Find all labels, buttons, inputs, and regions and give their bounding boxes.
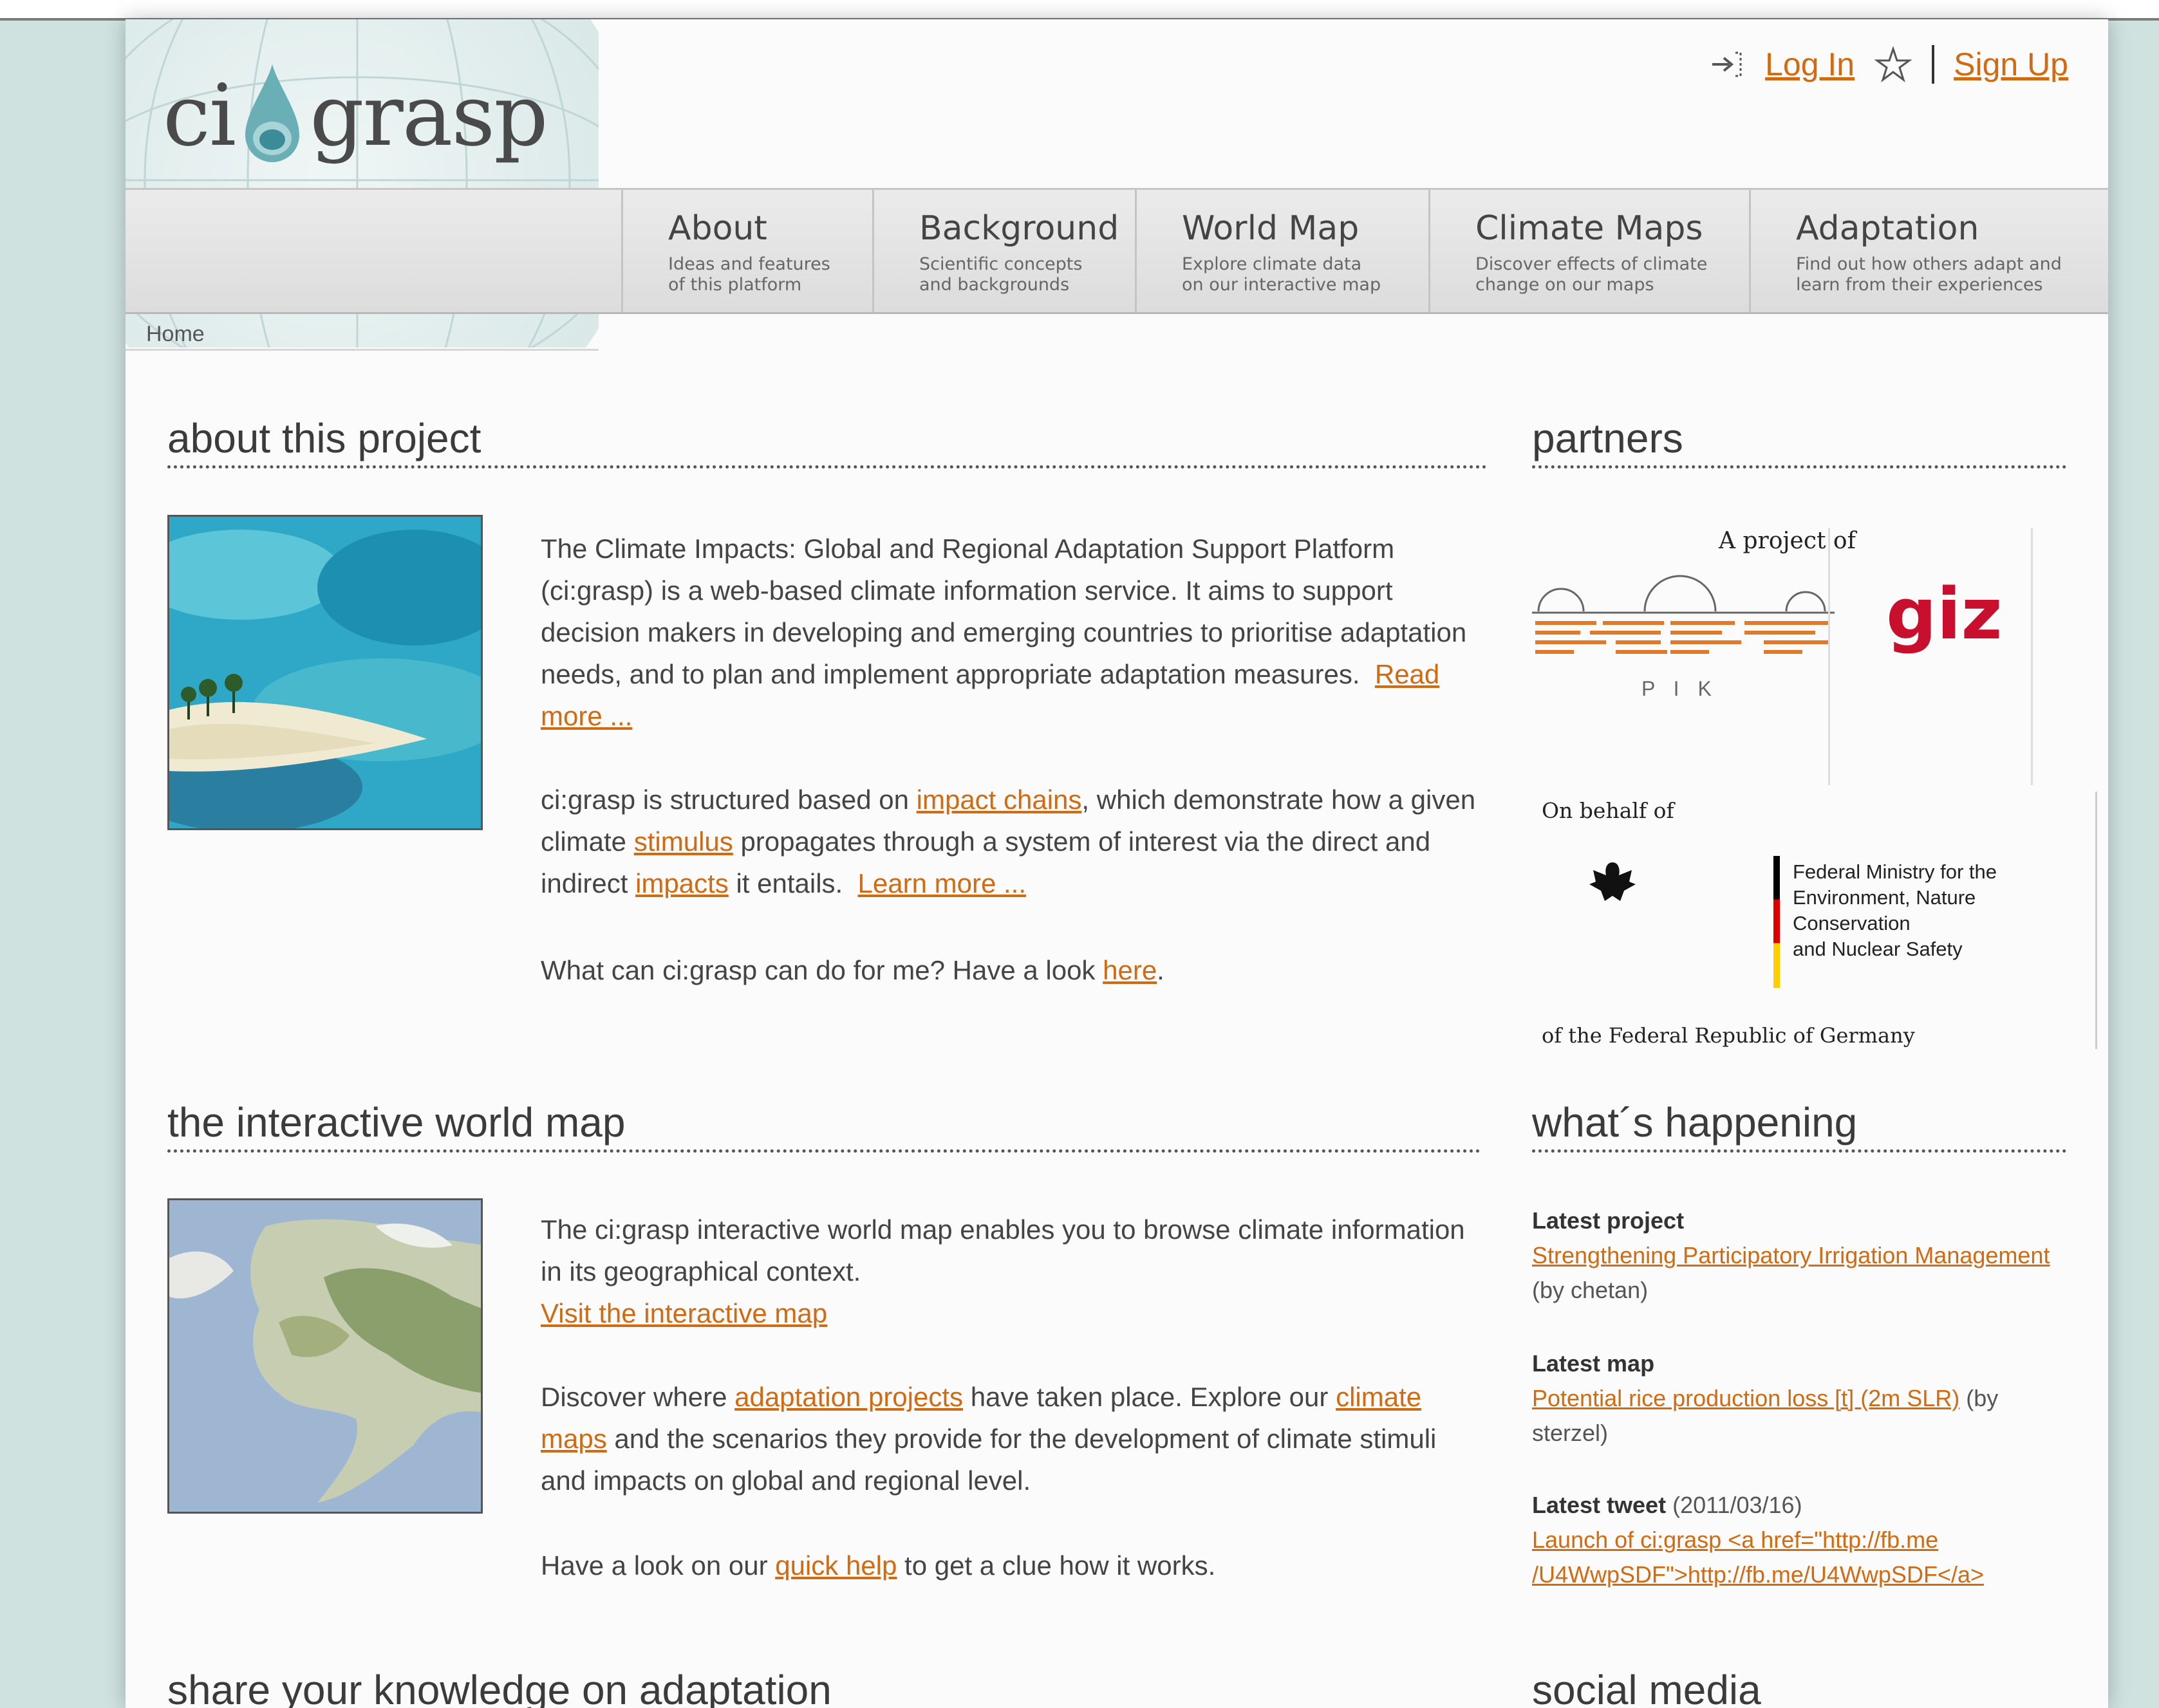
project-of-text: A project of: [1719, 528, 1856, 554]
pik-logo[interactable]: [1532, 566, 1835, 663]
quick-help-link[interactable]: quick help: [775, 1550, 897, 1581]
worldmap-paragraph-1: The ci:grasp interactive world map enabl…: [541, 1209, 1487, 1334]
worldmap-text-2a: Discover where: [541, 1382, 727, 1412]
worldmap-heading: the interactive world map: [167, 1099, 1481, 1153]
worldmap-text-2c: and the scenarios they provide for the d…: [541, 1424, 1437, 1496]
republic-text: of the Federal Republic of Germany: [1542, 1023, 1915, 1048]
nav-item-world-map[interactable]: World Map Explore climate data on our in…: [1135, 190, 1428, 312]
auth-links: Log In Sign Up: [1707, 45, 2068, 84]
logo-text-grasp: grasp: [310, 66, 548, 165]
logo-text-ci: ci: [163, 66, 236, 165]
visit-map-link[interactable]: Visit the interactive map: [541, 1298, 827, 1328]
worldmap-text-1: The ci:grasp interactive world map enabl…: [541, 1214, 1465, 1286]
main-nav: About Ideas and features of this platfor…: [126, 188, 2108, 314]
here-link[interactable]: here: [1103, 955, 1157, 985]
nav-title: Climate Maps: [1475, 209, 1703, 248]
pik-label: P I K: [1641, 677, 1718, 700]
adaptation-projects-link[interactable]: adaptation projects: [734, 1382, 963, 1412]
about-text-2d: it entails.: [736, 868, 843, 898]
nav-description: Ideas and features of this platform: [668, 254, 830, 295]
nav-title: Adaptation: [1796, 209, 1979, 248]
eagle-icon: [1589, 862, 1636, 901]
partner-divider: [2095, 792, 2097, 1049]
nav-item-adaptation[interactable]: Adaptation Find out how others adapt and…: [1749, 190, 2108, 312]
about-paragraph-1: The Climate Impacts: Global and Regional…: [541, 528, 1487, 737]
latest-map: Latest map Potential rice production los…: [1532, 1346, 2066, 1451]
water-drop-icon: [245, 64, 300, 162]
login-link[interactable]: Log In: [1765, 46, 1855, 83]
ci-grasp-logo[interactable]: ci grasp: [163, 51, 548, 180]
nav-title: About: [668, 209, 767, 248]
nav-description: Scientific concepts and backgrounds: [919, 254, 1083, 295]
worldmap-text-3b: to get a clue how it works.: [904, 1550, 1216, 1581]
star-icon: [1874, 46, 1912, 83]
impact-chains-link[interactable]: impact chains: [917, 784, 1082, 815]
about-text-3b: .: [1157, 955, 1164, 985]
social-heading: social media: [1532, 1667, 2066, 1708]
about-heading: about this project: [167, 415, 1487, 469]
ministry-line-2: Environment, Nature Conservation: [1793, 886, 1976, 934]
latest-tweet-link[interactable]: Launch of ci:grasp <a href="http://fb.me…: [1532, 1527, 1984, 1588]
about-text-1: The Climate Impacts: Global and Regional…: [541, 534, 1467, 689]
atoll-image: [167, 515, 483, 830]
share-heading: share your knowledge on adaptation: [167, 1667, 1481, 1708]
latest-map-label: Latest map: [1532, 1350, 1655, 1377]
about-text-2a: ci:grasp is structured based on: [541, 784, 909, 815]
ministry-line-1: Federal Ministry for the: [1793, 860, 1997, 883]
partner-divider: [1828, 528, 1830, 785]
partner-divider: [2031, 528, 2033, 785]
login-arrow-icon: [1712, 51, 1742, 77]
latest-project-link[interactable]: Strengthening Participatory Irrigation M…: [1532, 1242, 2050, 1268]
worldmap-text-3a: Have a look on our: [541, 1550, 768, 1581]
nav-description: Find out how others adapt and learn from…: [1796, 254, 2062, 295]
breadcrumb: Home: [126, 317, 599, 351]
nav-item-climate-maps[interactable]: Climate Maps Discover effects of climate…: [1428, 190, 1749, 312]
nav-description: Discover effects of climate change on ou…: [1475, 254, 1708, 295]
signup-link[interactable]: Sign Up: [1954, 46, 2068, 83]
stimulus-link[interactable]: stimulus: [634, 826, 733, 857]
about-paragraph-2: ci:grasp is structured based on impact c…: [541, 779, 1487, 904]
latest-project-label: Latest project: [1532, 1207, 1685, 1234]
nav-title: Background: [919, 209, 1119, 248]
german-flag-bar: [1773, 856, 1780, 988]
nav-item-background[interactable]: Background Scientific concepts and backg…: [872, 190, 1135, 312]
worldmap-text-2b: have taken place. Explore our: [970, 1382, 1329, 1412]
worldmap-paragraph-2: Discover where adaptation projects have …: [541, 1376, 1487, 1501]
page: ci grasp Log In Sign Up About Ideas and …: [126, 19, 2108, 1708]
happening-heading: what´s happening: [1532, 1099, 2066, 1153]
nav-description: Explore climate data on our interactive …: [1182, 254, 1381, 295]
ministry-name: Federal Ministry for the Environment, Na…: [1793, 859, 2066, 962]
latest-map-link[interactable]: Potential rice production loss [t] (2m S…: [1532, 1385, 1959, 1411]
nav-item-about[interactable]: About Ideas and features of this platfor…: [621, 190, 872, 312]
partners-logos: A project of P I K giz On behalf of Fede…: [1532, 528, 2097, 1055]
about-text-3a: What can ci:grasp can do for me? Have a …: [541, 955, 1096, 985]
impacts-link[interactable]: impacts: [635, 868, 729, 898]
latest-tweet: Latest tweet (2011/03/16) Launch of ci:g…: [1532, 1488, 2066, 1592]
latest-project: Latest project Strengthening Participato…: [1532, 1203, 2066, 1308]
nav-title: World Map: [1182, 209, 1360, 248]
map-thumbnail[interactable]: [167, 1198, 483, 1514]
partners-heading: partners: [1532, 415, 2066, 469]
latest-project-author: (by chetan): [1532, 1277, 1649, 1303]
auth-separator: [1932, 45, 1935, 84]
ministry-line-3: and Nuclear Safety: [1793, 938, 1963, 960]
latest-tweet-label: Latest tweet: [1532, 1492, 1667, 1518]
on-behalf-text: On behalf of: [1542, 798, 1674, 823]
about-paragraph-3: What can ci:grasp can do for me? Have a …: [541, 949, 1487, 991]
breadcrumb-home[interactable]: Home: [146, 322, 205, 347]
learn-more-link[interactable]: Learn more ...: [858, 868, 1026, 898]
giz-logo[interactable]: giz: [1886, 573, 2002, 655]
browser-top-edge: [0, 0, 2159, 21]
latest-tweet-date: (2011/03/16): [1672, 1492, 1802, 1518]
worldmap-paragraph-3: Have a look on our quick help to get a c…: [541, 1545, 1487, 1586]
